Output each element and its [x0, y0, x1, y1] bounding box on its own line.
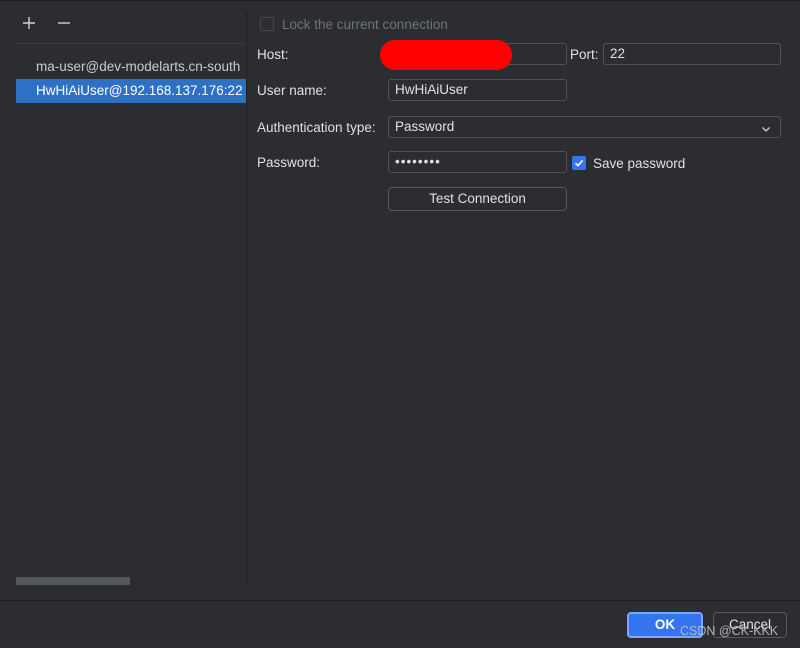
redaction-mark: [380, 40, 512, 70]
connection-list: ma-user@dev-modelarts.cn-south HwHiAiUse…: [16, 55, 246, 103]
save-password-option[interactable]: Save password: [572, 155, 685, 171]
password-label: Password:: [257, 155, 321, 170]
port-label: Port:: [570, 47, 599, 62]
save-password-checkbox[interactable]: [572, 156, 586, 170]
lock-label: Lock the current connection: [282, 16, 448, 32]
lock-checkbox: [260, 17, 274, 31]
username-label: User name:: [257, 83, 327, 98]
test-connection-button[interactable]: Test Connection: [388, 187, 567, 211]
toolbar-divider: [16, 43, 246, 44]
lock-connection-option: Lock the current connection: [260, 16, 448, 32]
password-input[interactable]: ••••••••: [388, 151, 567, 173]
host-label: Host:: [257, 47, 289, 62]
minus-icon[interactable]: [56, 15, 72, 31]
auth-type-select[interactable]: Password: [388, 116, 781, 138]
panel-divider: [246, 12, 247, 584]
save-password-label: Save password: [593, 155, 686, 171]
connection-item-ma-user[interactable]: ma-user@dev-modelarts.cn-south: [16, 55, 246, 79]
port-input[interactable]: 22: [603, 43, 781, 65]
username-input[interactable]: HwHiAiUser: [388, 79, 567, 101]
checkmark-icon: [574, 159, 584, 167]
footer-divider: [0, 600, 800, 601]
horizontal-scrollbar[interactable]: [16, 577, 130, 585]
connection-item-hwhiaiuser[interactable]: HwHiAiUser@192.168.137.176:22: [16, 79, 246, 103]
watermark: CSDN @CK-KKK: [680, 624, 779, 638]
plus-icon[interactable]: [21, 15, 37, 31]
connection-list-panel: ma-user@dev-modelarts.cn-south HwHiAiUse…: [0, 1, 246, 600]
auth-type-label: Authentication type:: [257, 120, 376, 135]
chevron-down-icon: [760, 121, 772, 133]
auth-type-value: Password: [395, 119, 455, 134]
